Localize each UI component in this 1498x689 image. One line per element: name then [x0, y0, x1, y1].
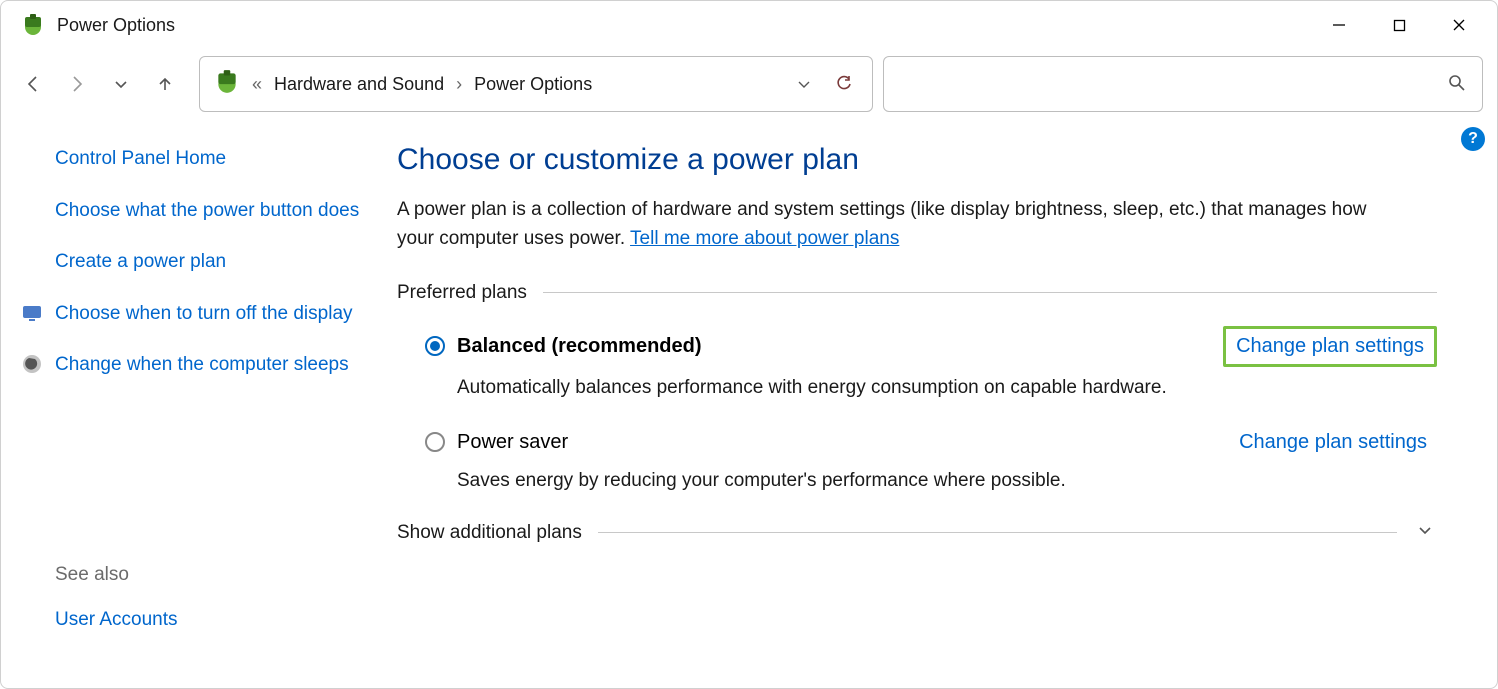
main-pane: Choose or customize a power plan A power… — [381, 119, 1497, 688]
page-heading: Choose or customize a power plan — [397, 143, 1437, 177]
titlebar: Power Options — [1, 1, 1497, 49]
address-bar[interactable]: « Hardware and Sound › Power Options — [199, 56, 873, 112]
forward-button[interactable] — [59, 66, 95, 102]
change-plan-settings-link[interactable]: Change plan settings — [1229, 425, 1437, 460]
maximize-button[interactable] — [1369, 5, 1429, 45]
power-plan: Balanced (recommended) Change plan setti… — [425, 326, 1437, 399]
close-button[interactable] — [1429, 5, 1489, 45]
power-plan: Power saver Change plan settings Saves e… — [425, 425, 1437, 492]
content-area: ? Control Panel Home Choose what the pow… — [1, 119, 1497, 688]
preferred-plans-header: Preferred plans — [397, 282, 1437, 304]
breadcrumb-separator: › — [456, 74, 462, 95]
back-button[interactable] — [15, 66, 51, 102]
change-plan-settings-link[interactable]: Change plan settings — [1223, 326, 1437, 367]
breadcrumb-item[interactable]: Hardware and Sound — [274, 74, 444, 95]
plan-radio-balanced[interactable] — [425, 336, 445, 356]
plan-name[interactable]: Balanced (recommended) — [457, 335, 702, 358]
plan-description: Saves energy by reducing your computer's… — [457, 470, 1437, 492]
sidebar: Control Panel Home Choose what the power… — [1, 119, 381, 688]
minimize-button[interactable] — [1309, 5, 1369, 45]
display-off-icon — [21, 302, 43, 324]
nav-buttons — [15, 66, 189, 102]
power-options-icon — [214, 69, 240, 100]
refresh-button[interactable] — [830, 70, 858, 98]
sidebar-link[interactable]: User Accounts — [55, 606, 361, 634]
search-box[interactable] — [883, 56, 1483, 112]
up-button[interactable] — [147, 66, 183, 102]
address-dropdown[interactable] — [790, 70, 818, 98]
sleep-icon — [21, 353, 43, 375]
sidebar-link[interactable]: Choose what the power button does — [55, 197, 361, 225]
see-also-label: See also — [55, 564, 361, 586]
search-icon[interactable] — [1448, 74, 1466, 95]
breadcrumb-item[interactable]: Power Options — [474, 74, 592, 95]
plan-radio-power-saver[interactable] — [425, 432, 445, 452]
learn-more-link[interactable]: Tell me more about power plans — [630, 228, 899, 249]
window-title: Power Options — [57, 15, 1309, 36]
window-controls — [1309, 5, 1489, 45]
plan-name[interactable]: Power saver — [457, 431, 568, 454]
search-input[interactable] — [900, 75, 1448, 93]
recent-dropdown[interactable] — [103, 66, 139, 102]
help-button[interactable]: ? — [1461, 127, 1485, 151]
toolbar: « Hardware and Sound › Power Options — [1, 49, 1497, 119]
page-description: A power plan is a collection of hardware… — [397, 195, 1407, 254]
control-panel-home-link[interactable]: Control Panel Home — [55, 145, 361, 173]
sidebar-link[interactable]: Choose when to turn off the display — [55, 300, 361, 328]
sidebar-link[interactable]: Change when the computer sleeps — [55, 351, 361, 379]
additional-plans-header[interactable]: Show additional plans — [397, 518, 1437, 548]
plan-description: Automatically balances performance with … — [457, 377, 1437, 399]
power-options-icon — [21, 13, 45, 37]
breadcrumb-ellipsis[interactable]: « — [252, 74, 262, 95]
chevron-down-icon[interactable] — [1413, 518, 1437, 548]
sidebar-link[interactable]: Create a power plan — [55, 248, 361, 276]
